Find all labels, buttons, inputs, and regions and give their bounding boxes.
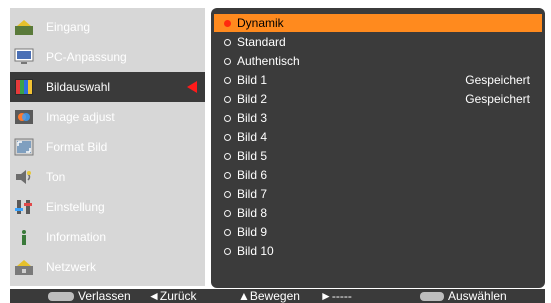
option-bild-3[interactable]: Bild 3 (214, 109, 542, 127)
radio-icon (224, 152, 231, 160)
hint-back-text: ◄Zurück (148, 289, 197, 303)
sidebar-item-format-bild[interactable]: Format Bild (10, 132, 205, 162)
option-label: Dynamik (237, 16, 284, 30)
option-standard[interactable]: Standard (214, 33, 542, 51)
sidebar-item-pc-anpassung[interactable]: PC-Anpassung (10, 42, 205, 72)
hint-leave-text: Verlassen (78, 289, 131, 303)
speaker-icon (14, 168, 34, 186)
radio-icon (224, 76, 231, 84)
settings-icon (14, 198, 34, 216)
option-label: Bild 9 (237, 225, 268, 239)
option-label: Bild 1 (237, 73, 268, 87)
radio-icon (224, 190, 231, 198)
option-bild-10[interactable]: Bild 10 (214, 242, 542, 260)
option-bild-6[interactable]: Bild 6 (214, 166, 542, 184)
select-key-icon (420, 291, 444, 301)
pc-monitor-icon (14, 48, 34, 66)
sidebar-item-image-adjust[interactable]: Image adjust (10, 102, 205, 132)
option-label: Standard (237, 35, 286, 49)
sidebar-item-eingang[interactable]: Eingang (10, 12, 205, 42)
input-icon (14, 18, 34, 36)
sidebar-item-label: Eingang (46, 20, 91, 34)
sidebar-item-ton[interactable]: Ton (10, 162, 205, 192)
option-label: Bild 3 (237, 111, 268, 125)
sidebar-item-label: Information (46, 230, 107, 244)
option-bild-8[interactable]: Bild 8 (214, 204, 542, 222)
sidebar-item-einstellung[interactable]: Einstellung (10, 192, 205, 222)
radio-icon (224, 171, 231, 179)
sidebar-item-information[interactable]: Information (10, 222, 205, 252)
radio-icon (224, 228, 231, 236)
status-text: Gespeichert (465, 73, 530, 87)
sidebar-item-netzwerk[interactable]: Netzwerk (10, 252, 205, 282)
hint-leave: Verlassen (48, 289, 131, 303)
sidebar-item-label: Image adjust (46, 110, 115, 124)
option-label: Bild 6 (237, 168, 268, 182)
option-label: Bild 5 (237, 149, 268, 163)
image-mode-list: Dynamik Standard Authentisch Bild 1 Gesp… (211, 8, 545, 288)
sidebar-item-label: Einstellung (46, 200, 105, 214)
option-label: Bild 4 (237, 130, 268, 144)
status-text: Gespeichert (465, 92, 530, 106)
hint-back: ◄Zurück (148, 289, 197, 303)
sidebar-item-label: Ton (46, 170, 66, 184)
hint-select: Auswählen (420, 289, 507, 303)
menu-key-icon (48, 291, 74, 301)
radio-icon (224, 114, 231, 122)
hint-bar: Verlassen ◄Zurück ▲Bewegen ►----- Auswäh… (10, 289, 545, 303)
option-bild-7[interactable]: Bild 7 (214, 185, 542, 203)
sidebar-item-label: Format Bild (46, 140, 108, 154)
image-select-icon (14, 78, 34, 96)
option-label: Bild 8 (237, 206, 268, 220)
hint-move-text: ▲Bewegen (238, 289, 300, 303)
sidebar-item-label: PC-Anpassung (46, 50, 127, 64)
format-icon (14, 138, 34, 156)
sidebar: Eingang PC-Anpassung Bildauswahl Image a… (10, 8, 205, 286)
info-icon (14, 228, 34, 246)
option-label: Bild 10 (237, 244, 274, 258)
radio-icon (224, 247, 231, 255)
option-bild-4[interactable]: Bild 4 (214, 128, 542, 146)
hint-select-text: Auswählen (448, 289, 507, 303)
option-bild-5[interactable]: Bild 5 (214, 147, 542, 165)
option-label: Authentisch (237, 54, 300, 68)
option-dynamik[interactable]: Dynamik (214, 14, 542, 32)
option-authentisch[interactable]: Authentisch (214, 52, 542, 70)
option-bild-2[interactable]: Bild 2 Gespeichert (214, 90, 542, 108)
radio-selected-icon (224, 19, 231, 27)
radio-icon (224, 57, 231, 65)
radio-icon (224, 133, 231, 141)
image-adjust-icon (14, 108, 34, 126)
network-icon (14, 258, 34, 276)
option-label: Bild 7 (237, 187, 268, 201)
option-bild-9[interactable]: Bild 9 (214, 223, 542, 241)
hint-next-text: ►----- (320, 289, 352, 303)
radio-icon (224, 209, 231, 217)
sidebar-item-label: Netzwerk (46, 260, 97, 274)
projector-menu: Eingang PC-Anpassung Bildauswahl Image a… (0, 0, 551, 303)
option-bild-1[interactable]: Bild 1 Gespeichert (214, 71, 542, 89)
active-arrow-indicator (187, 81, 197, 93)
option-label: Bild 2 (237, 92, 268, 106)
sidebar-item-bildauswahl[interactable]: Bildauswahl (10, 72, 205, 102)
sidebar-item-label: Bildauswahl (46, 80, 111, 94)
hint-move: ▲Bewegen (238, 289, 300, 303)
radio-icon (224, 95, 231, 103)
hint-next: ►----- (320, 289, 352, 303)
radio-icon (224, 38, 231, 46)
